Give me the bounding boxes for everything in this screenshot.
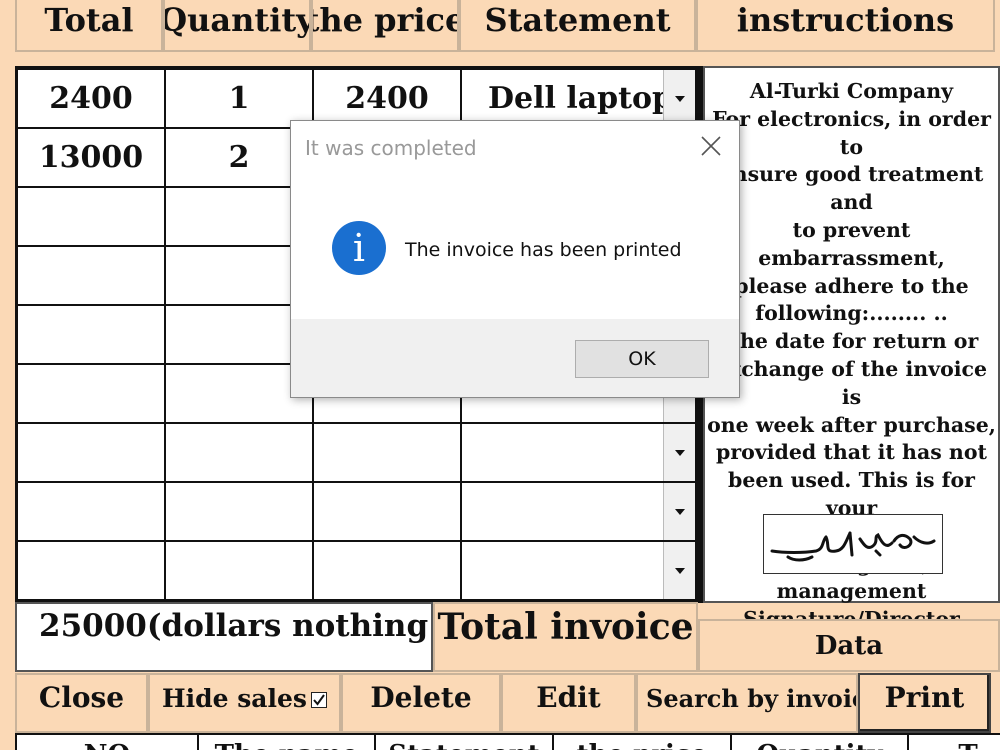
statement-combobox[interactable] [462,483,663,540]
sales-list-column-header: The name [197,735,374,750]
dialog-message: The invoice has been printed [405,239,682,261]
grid-cell-total[interactable] [18,365,164,422]
edit-button[interactable]: Edit [501,673,636,733]
grid-cell-total[interactable] [18,424,164,481]
grid-cell-total[interactable] [18,306,164,363]
dropdown-arrow-icon[interactable] [663,483,695,540]
dropdown-arrow-icon[interactable] [663,70,695,127]
grid-cell-total[interactable]: 2400 [18,70,164,127]
sales-list-column-header: Quantity [730,735,907,750]
header-price: the price [311,0,459,52]
grid-cell-price[interactable] [314,424,460,481]
delete-button[interactable]: Delete [341,673,501,733]
header-statement: Statement [459,0,696,52]
print-button[interactable]: Print [858,673,991,733]
message-dialog: It was completed i The invoice has been … [290,120,740,398]
data-label: Data [698,619,1000,672]
grid-cell-total[interactable] [18,247,164,304]
statement-combobox[interactable] [462,424,663,481]
grid-cell-total[interactable] [18,483,164,540]
grid-cell-quantity[interactable] [166,424,312,481]
grid-cell-quantity[interactable]: 1 [166,70,312,127]
sales-list-column-header: the price [552,735,730,750]
ok-button[interactable]: OK [575,340,709,378]
grid-cell-total[interactable] [18,542,164,599]
header-total: Total [15,0,163,52]
grid-cell-total[interactable]: 13000 [18,129,164,186]
grid-cell-quantity[interactable] [166,483,312,540]
hide-sales-toggle[interactable]: Hide sales [148,673,341,733]
hide-sales-label: Hide sales [162,684,307,713]
statement-combobox[interactable] [462,542,663,599]
grid-cell-total[interactable] [18,188,164,245]
sales-list-column-header: T [907,735,1000,750]
dialog-footer: OK [291,319,739,397]
info-icon: i [332,221,386,275]
sales-list-header: NOThe nameStatementthe priceQuantityT [15,733,1000,750]
dropdown-arrow-icon[interactable] [663,542,695,599]
grid-cell-price[interactable] [314,483,460,540]
grid-cell-price[interactable]: 2400 [314,70,460,127]
hide-sales-checkbox[interactable] [310,692,327,708]
search-by-invoice-button[interactable]: Search by invoice [636,673,858,733]
statement-combobox[interactable]: Dell laptop [462,70,663,127]
dropdown-arrow-icon[interactable] [663,424,695,481]
signature-image [763,514,943,574]
total-invoice-label: Total invoice [433,602,698,672]
close-button[interactable]: Close [15,673,148,733]
header-instructions: instructions [696,0,995,52]
header-quantity: Quantity [163,0,311,52]
sales-list-column-header: NO [15,735,197,750]
grid-cell-quantity[interactable] [166,542,312,599]
checkmark-icon [313,694,325,706]
grid-cell-price[interactable] [314,542,460,599]
sales-list-column-header: Statement [374,735,552,750]
close-icon[interactable] [699,134,723,158]
total-amount-words: 25000(dollars nothing more) [15,602,433,672]
instructions-panel: Al-Turki Company For electronics, in ord… [703,66,1000,631]
dialog-title: It was completed [305,136,477,160]
